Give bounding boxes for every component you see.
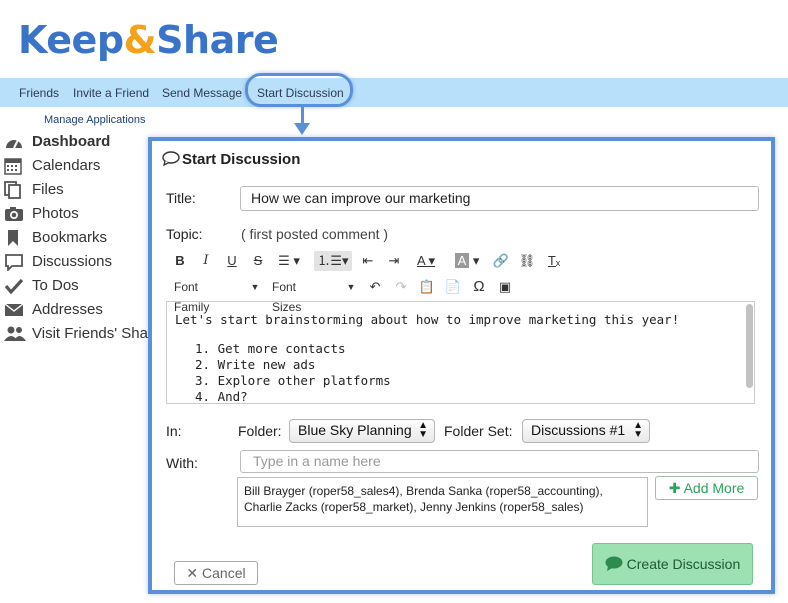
cancel-label: Cancel [202, 565, 246, 581]
dashboard-icon [4, 133, 26, 151]
recipients-list: Bill Brayger (roper58_sales4), Brenda Sa… [244, 484, 603, 514]
with-name-input[interactable]: Type in a name here [240, 450, 759, 473]
people-icon [4, 325, 26, 343]
bulleted-list-icon[interactable]: ☰ ▾ [274, 251, 304, 271]
dialog-title-text: Start Discussion [182, 151, 301, 168]
editor-scrollbar[interactable] [746, 304, 753, 388]
underline-icon[interactable]: U [224, 251, 240, 271]
create-discussion-button[interactable]: Create Discussion [592, 543, 753, 585]
logo-share: Share [156, 18, 279, 62]
clear-formatting-icon[interactable]: Tₓ [544, 251, 564, 271]
sidebar-item-label: Photos [32, 205, 79, 222]
start-discussion-dialog: Start Discussion Title: How we can impro… [148, 137, 775, 594]
comment-editor[interactable]: Let's start brainstorming about how to i… [166, 301, 755, 404]
sidebar-item-label: Files [32, 181, 64, 198]
chat-bubble-icon [605, 556, 623, 572]
calendar-icon [4, 157, 26, 175]
italic-icon[interactable]: I [198, 251, 214, 271]
font-family-chevron-down-icon[interactable]: ▼ [248, 277, 262, 297]
keepandshare-logo: Keep&Share [18, 18, 279, 62]
paste-text-icon[interactable]: 📄 [444, 277, 462, 297]
sidebar-item-label: Addresses [32, 301, 103, 318]
undo-icon[interactable]: ↶ [366, 277, 384, 297]
with-name-placeholder: Type in a name here [253, 453, 381, 469]
select-arrows-icon: ▲ ▼ [418, 420, 428, 440]
nav-send-message[interactable]: Send Message [162, 86, 242, 100]
add-more-label: Add More [683, 480, 745, 496]
text-color-icon[interactable]: A ▾ [410, 251, 442, 271]
create-discussion-label: Create Discussion [626, 556, 741, 572]
logo-ampersand: & [123, 18, 157, 62]
dialog-title: Start Discussion [162, 151, 300, 170]
topic-hint: ( first posted comment ) [241, 226, 389, 242]
in-label: In: [166, 423, 182, 439]
list-item: 4. And? [195, 389, 248, 404]
folder-select[interactable]: Blue Sky Planning ▲ ▼ [289, 419, 435, 443]
nav-friends[interactable]: Friends [19, 86, 59, 100]
with-label: With: [166, 455, 198, 471]
topic-label: Topic: [166, 226, 203, 242]
folder-set-select[interactable]: Discussions #1 ▲ ▼ [522, 419, 650, 443]
select-arrows-icon: ▲ ▼ [633, 420, 643, 440]
start-discussion-highlight [245, 73, 353, 107]
camera-icon [4, 205, 26, 223]
bold-icon[interactable]: B [172, 251, 188, 271]
title-input-value: How we can improve our marketing [251, 190, 471, 206]
folder-select-value: Blue Sky Planning [298, 422, 412, 438]
manage-applications-link[interactable]: Manage Applications [44, 114, 146, 126]
nav-invite-friend[interactable]: Invite a Friend [73, 86, 149, 100]
font-sizes-chevron-down-icon[interactable]: ▼ [344, 277, 358, 297]
top-nav: Friends Invite a Friend Send Message Sta… [0, 78, 788, 107]
folder-set-label: Folder Set: [444, 423, 513, 439]
title-label: Title: [166, 190, 196, 206]
cancel-button[interactable]: ✕ Cancel [174, 561, 258, 585]
redo-icon[interactable]: ↷ [392, 277, 410, 297]
sidebar-item-label: Discussions [32, 253, 113, 270]
title-input[interactable]: How we can improve our marketing [240, 186, 759, 211]
outdent-icon[interactable]: ⇤ [358, 251, 378, 271]
link-icon[interactable]: 🔗 [492, 251, 510, 271]
callout-connector [301, 107, 304, 124]
files-icon [4, 181, 26, 199]
envelope-icon [4, 301, 26, 319]
folder-set-select-value: Discussions #1 [531, 422, 626, 438]
checkmark-icon [4, 277, 26, 295]
media-icon[interactable]: ▣ [496, 277, 514, 297]
plus-icon: ✚ [668, 480, 681, 496]
strikethrough-icon[interactable]: S [250, 251, 266, 271]
editor-intro: Let's start brainstorming about how to i… [175, 312, 680, 327]
list-item: 2. Write new ads [195, 357, 316, 372]
sidebar-item-label: Visit Friends' Sha [32, 325, 148, 342]
sidebar-item-label: Dashboard [32, 133, 111, 150]
list-item: 1. Get more contacts [195, 341, 346, 356]
bookmark-icon [4, 229, 26, 247]
recipients-box[interactable]: Bill Brayger (roper58_sales4), Brenda Sa… [237, 477, 648, 527]
special-character-icon[interactable]: Ω [470, 277, 488, 297]
chat-icon [4, 253, 26, 273]
numbered-list-icon[interactable]: ⒈☰▾ [314, 251, 352, 271]
logo-keep: Keep [18, 18, 124, 62]
indent-icon[interactable]: ⇥ [384, 251, 404, 271]
close-icon: ✕ [186, 565, 199, 581]
folder-label: Folder: [238, 423, 282, 439]
callout-arrow-icon [294, 123, 310, 135]
unlink-icon[interactable]: ⛓ [518, 251, 536, 271]
add-more-button[interactable]: ✚ Add More [655, 476, 758, 500]
background-color-icon[interactable]: A ▾ [450, 251, 484, 271]
speech-bubble-icon [162, 151, 182, 170]
sidebar-item-label: Calendars [32, 157, 101, 174]
list-item: 3. Explore other platforms [195, 373, 391, 388]
sidebar-item-label: Bookmarks [32, 229, 108, 246]
paste-icon[interactable]: 📋 [418, 277, 436, 297]
sidebar-item-label: To Dos [32, 277, 79, 294]
